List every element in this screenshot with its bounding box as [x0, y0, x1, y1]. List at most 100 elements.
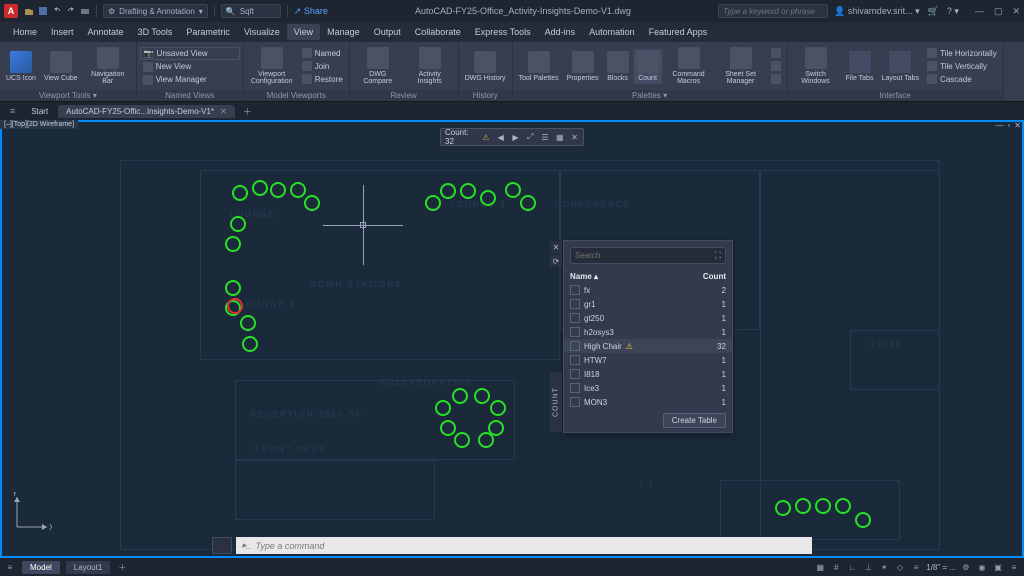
osnap-toggle[interactable]: ◇ — [894, 561, 906, 573]
tile-horizontally-button[interactable]: Tile Horizontally — [924, 47, 1000, 59]
counted-instance[interactable] — [232, 185, 248, 201]
palette-search-input[interactable] — [575, 251, 715, 260]
drawing-area[interactable]: [–][Top][2D Wireframe] — ▫ ✕ LOUNGE LOUN… — [0, 120, 1024, 558]
palette-row[interactable]: HTW71 — [564, 353, 732, 367]
join-vp-button[interactable]: Join — [299, 60, 346, 72]
counted-instance[interactable] — [454, 432, 470, 448]
help-search[interactable] — [718, 4, 828, 18]
counted-instance[interactable] — [290, 182, 306, 198]
palette-row[interactable]: fx2 — [564, 283, 732, 297]
counted-instance[interactable] — [304, 195, 320, 211]
counted-instance[interactable] — [435, 400, 451, 416]
file-tab-start[interactable]: Start — [23, 105, 56, 118]
autodesk-app-icon[interactable]: 🛒 — [928, 6, 939, 17]
signin-user[interactable]: 👤 shivarndev.srit... ▾ — [834, 6, 920, 17]
counted-instance[interactable] — [520, 195, 536, 211]
customize-status-icon[interactable]: ≡ — [1008, 561, 1020, 573]
workspace-switch-icon[interactable]: ⚙ — [960, 561, 972, 573]
menu-express-tools[interactable]: Express Tools — [468, 24, 538, 40]
menu-3d-tools[interactable]: 3D Tools — [131, 24, 180, 40]
named-vp-button[interactable]: Named — [299, 47, 346, 59]
dwg-history-button[interactable]: DWG History — [462, 49, 509, 84]
counted-instance[interactable] — [478, 432, 494, 448]
counted-instance[interactable] — [440, 420, 456, 436]
count-toolbar[interactable]: Count: 32 ⚠ ◀ ▶ ⤢ ☰ ▦ ✕ — [440, 128, 584, 146]
close-count-icon[interactable]: ✕ — [570, 132, 579, 142]
counted-instance[interactable] — [240, 315, 256, 331]
menu-parametric[interactable]: Parametric — [179, 24, 237, 40]
counted-instance[interactable] — [452, 388, 468, 404]
palette-row[interactable]: MON31 — [564, 395, 732, 409]
file-tabs-button[interactable]: File Tabs — [843, 49, 877, 84]
model-space-toggle[interactable]: ▦ — [814, 561, 826, 573]
grid-toggle[interactable]: # — [830, 561, 842, 573]
activity-insights-button[interactable]: Activity Insights — [405, 45, 455, 87]
create-table-button[interactable]: Create Table — [663, 413, 726, 428]
palette-pin[interactable]: ⟳ — [550, 255, 562, 267]
counted-instance[interactable] — [225, 236, 241, 252]
palette-row[interactable]: High Chair ⚠32 — [564, 339, 732, 353]
ucs-icon[interactable]: X Y — [12, 492, 52, 532]
menu-output[interactable]: Output — [367, 24, 408, 40]
warning-icon[interactable]: ⚠ — [482, 132, 491, 142]
menu-add-ins[interactable]: Add-ins — [538, 24, 583, 40]
menu-home[interactable]: Home — [6, 24, 44, 40]
counted-instance[interactable] — [252, 180, 268, 196]
counted-instance[interactable] — [225, 280, 241, 296]
counted-instance[interactable] — [425, 195, 441, 211]
count-palette[interactable]: ✕ ⟳ COUNT ⛶ Name ▴ Count fx2gr11gt2501h2… — [563, 240, 733, 433]
undo-icon[interactable] — [52, 6, 62, 16]
layout-tab-model[interactable]: Model — [22, 561, 60, 574]
command-line-handle[interactable] — [212, 537, 232, 554]
cascade-button[interactable]: Cascade — [924, 73, 1000, 85]
counted-instance[interactable] — [835, 498, 851, 514]
counted-instance[interactable] — [775, 500, 791, 516]
menu-collaborate[interactable]: Collaborate — [408, 24, 468, 40]
menu-manage[interactable]: Manage — [320, 24, 367, 40]
layout-tabs-button[interactable]: Layout Tabs — [878, 49, 922, 84]
annotation-scale[interactable]: 1/8" = ... — [926, 563, 956, 572]
view-cube-button[interactable]: View Cube — [41, 49, 81, 84]
menu-visualize[interactable]: Visualize — [237, 24, 287, 40]
counted-instance-error[interactable] — [227, 298, 243, 314]
prev-instance-icon[interactable]: ◀ — [496, 132, 505, 142]
menu-view[interactable]: View — [287, 24, 320, 40]
menu-insert[interactable]: Insert — [44, 24, 81, 40]
add-layout-button[interactable]: ＋ — [116, 561, 128, 573]
counted-instance[interactable] — [270, 182, 286, 198]
app-logo[interactable]: A — [4, 4, 18, 18]
counted-instance[interactable] — [230, 216, 246, 232]
count-button[interactable]: Count — [634, 49, 662, 84]
navigation-bar-button[interactable]: Navigation Bar — [83, 45, 133, 87]
command-macros-button[interactable]: Command Macros — [664, 45, 714, 87]
counted-instance[interactable] — [505, 182, 521, 198]
isolate-objects-icon[interactable]: ◉ — [976, 561, 988, 573]
palette-row[interactable]: h2osys31 — [564, 325, 732, 339]
counted-instance[interactable] — [490, 400, 506, 416]
command-line[interactable]: ▸_Type a command — [212, 537, 812, 554]
tool-palettes-button[interactable]: Tool Palettes — [516, 49, 562, 84]
layout-menu-icon[interactable]: ≡ — [4, 561, 16, 573]
help-icon[interactable]: ? ▾ — [947, 6, 959, 17]
counted-instance[interactable] — [855, 512, 871, 528]
share-link[interactable]: ↗ Share — [294, 6, 328, 17]
file-tab-active[interactable]: AutoCAD-FY25-Offic...Insights-Demo-V1*✕ — [58, 105, 235, 118]
palette-row[interactable]: I8181 — [564, 367, 732, 381]
file-tab-menu[interactable]: ≡ — [4, 106, 21, 116]
ortho-toggle[interactable]: ⊥ — [862, 561, 874, 573]
sheet-set-manager-button[interactable]: Sheet Set Manager — [716, 45, 766, 87]
palette-close[interactable]: ✕ — [550, 241, 562, 253]
search-area-icon[interactable]: ⛶ — [715, 250, 721, 261]
workspace-combo[interactable]: ⚙Drafting & Annotation▾ — [103, 4, 208, 18]
minimize-button[interactable]: — — [975, 6, 984, 17]
counted-instance[interactable] — [440, 183, 456, 199]
save-icon[interactable] — [38, 6, 48, 16]
menu-featured-apps[interactable]: Featured Apps — [642, 24, 715, 40]
col-name-header[interactable]: Name ▴ — [570, 272, 696, 281]
zoom-extents-icon[interactable]: ⤢ — [526, 132, 535, 142]
col-count-header[interactable]: Count — [696, 272, 726, 281]
view-combo[interactable]: 📷 Unsaved View — [140, 47, 240, 60]
blocks-button[interactable]: Blocks — [604, 49, 632, 84]
ucs-icon-button[interactable]: UCS Icon — [3, 49, 39, 84]
qa-search[interactable]: 🔍 Sqft — [221, 4, 281, 18]
